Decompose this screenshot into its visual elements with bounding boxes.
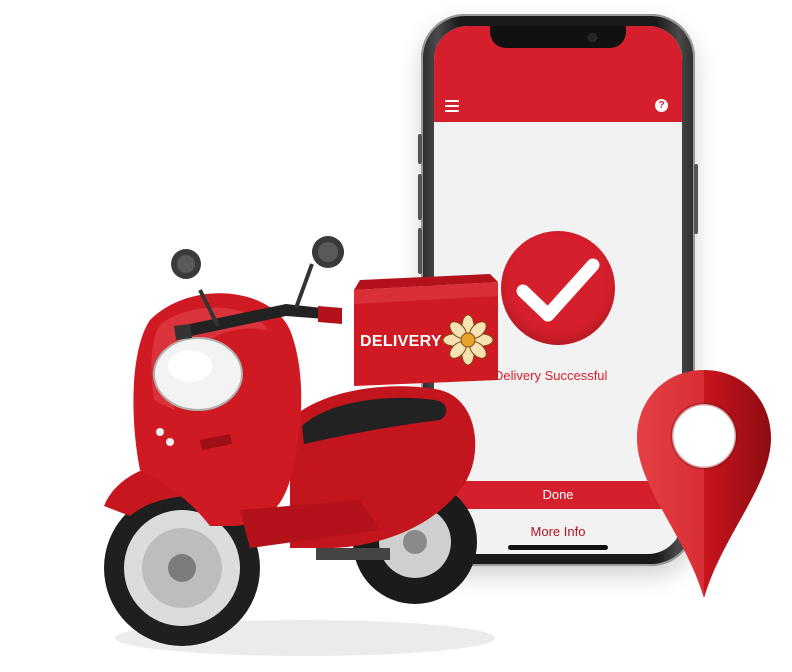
phone-side-button	[418, 134, 422, 164]
phone-volume-up-button	[418, 174, 422, 220]
phone-notch	[490, 26, 626, 48]
success-badge	[501, 231, 615, 345]
phone-power-button	[694, 164, 698, 234]
app-header: ?	[434, 26, 682, 122]
delivery-illustration: ? Delivery Successful Done More Info DEL…	[0, 0, 792, 672]
scooter-illustration	[104, 236, 498, 656]
delivery-box-label: DELIVERY	[360, 333, 442, 350]
home-indicator	[508, 545, 608, 550]
question-mark-icon[interactable]: ?	[655, 99, 668, 112]
hamburger-menu-icon[interactable]	[445, 100, 459, 112]
location-pin-icon	[637, 370, 771, 598]
checkmark-icon	[516, 258, 600, 322]
